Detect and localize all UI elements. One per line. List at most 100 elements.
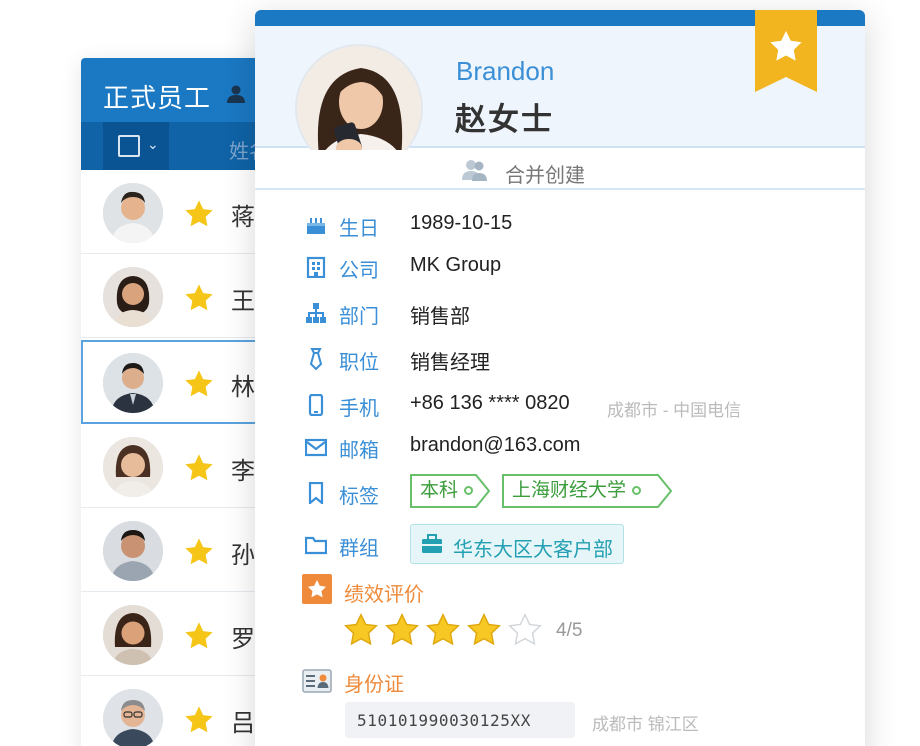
star-filled-icon[interactable] [466,612,502,648]
field-label: 标签 [339,486,379,508]
performance-label: 绩效评价 [344,584,424,606]
group-label: 华东大区大客户部 [453,539,613,561]
performance-star-icon [302,574,332,604]
stage: 正式员工 ⌄ 姓名 蒋 王 林 李 孙 罗 吕 Brandon 赵女士 合并创建… [0,0,920,746]
avatar [103,183,163,243]
list-row[interactable]: 王 [81,254,281,338]
avatar [103,353,163,413]
list-row[interactable]: 李 [81,424,281,508]
merge-create-row[interactable]: 合并创建 [255,150,865,190]
star-icon[interactable] [183,536,215,568]
phone-location-note: 成都市 - 中国电信 [607,401,742,420]
star-icon[interactable] [183,620,215,652]
star-empty-icon[interactable] [507,612,543,648]
field-email: 邮箱 brandon@163.com [255,428,865,468]
avatar [103,689,163,746]
select-all-checkbox[interactable] [118,135,140,157]
list-item-name: 罗 [231,626,255,653]
chevron-down-icon[interactable]: ⌄ [147,136,159,153]
mail-icon [305,438,327,457]
avatar [103,521,163,581]
contact-chinese-name: 赵女士 [455,102,554,137]
briefcase-icon [422,534,442,553]
list-item-name: 王 [231,288,255,315]
star-icon[interactable] [183,282,215,314]
group-chip[interactable]: 华东大区大客户部 [410,524,624,564]
department-value: 销售部 [410,306,470,328]
position-value: 销售经理 [410,352,490,374]
merge-create-label: 合并创建 [505,165,585,187]
favorite-ribbon-icon[interactable] [755,10,817,92]
id-card-label: 身份证 [344,674,404,696]
field-phone: 手机 +86 136 **** 0820 成都市 - 中国电信 [255,386,865,426]
field-label: 公司 [339,260,379,282]
avatar [103,605,163,665]
field-label: 部门 [339,306,379,328]
star-filled-icon[interactable] [425,612,461,648]
star-filled-icon[interactable] [343,612,379,648]
star-filled-icon[interactable] [384,612,420,648]
list-row[interactable]: 罗 [81,592,281,676]
mobile-phone-icon [308,394,324,416]
building-icon [306,256,326,278]
id-number: 510101990030125XX [357,711,531,730]
id-region-note: 成都市 锦江区 [592,715,699,734]
list-row[interactable]: 蒋 [81,170,281,254]
star-icon[interactable] [183,704,215,736]
tag-chip[interactable]: 本科 [410,474,491,508]
avatar [103,267,163,327]
list-item-name: 蒋 [231,204,255,231]
field-department: 部门 销售部 [255,294,865,334]
field-label: 群组 [339,538,379,560]
field-label: 邮箱 [339,440,379,462]
field-label: 生日 [339,218,379,240]
cake-icon [307,218,325,234]
list-row[interactable]: 吕 [81,676,281,746]
field-birthday: 生日 1989-10-15 [255,206,865,246]
field-company: 公司 MK Group [255,248,865,288]
tag-label: 本科 [420,480,459,501]
employee-list-panel: 正式员工 ⌄ 姓名 蒋 王 林 李 孙 罗 吕 [81,58,281,746]
field-label: 职位 [339,352,379,374]
list-title: 正式员工 [103,83,212,113]
tie-icon [309,348,323,370]
id-number-chip[interactable]: 510101990030125XX [345,702,575,738]
field-group: 群组 华东大区大客户部 [255,524,865,564]
tag-dot-icon [632,486,642,495]
field-position: 职位 销售经理 [255,340,865,380]
field-label: 手机 [339,398,379,420]
phone-value[interactable]: +86 136 **** 0820 [410,392,570,415]
bookmark-icon [308,482,324,504]
list-item-name: 李 [231,458,255,485]
list-header: 正式员工 [81,58,281,122]
field-tags: 标签 本科 上海财经大学 [255,472,865,512]
tag-arrow-icon [475,474,491,508]
merge-users-icon [462,160,487,181]
folder-icon [305,536,327,555]
tag-chip[interactable]: 上海财经大学 [502,474,673,508]
contact-english-name: Brandon [456,56,555,86]
org-chart-icon [306,303,326,323]
list-row-selected[interactable]: 林 [81,340,281,424]
contact-detail-card: Brandon 赵女士 合并创建 生日 1989-10-15 公司 MK Gro… [255,10,865,746]
star-icon[interactable] [183,368,215,400]
id-card-icon [302,669,332,693]
rating-text: 4/5 [556,620,583,641]
company-value: MK Group [410,254,502,276]
star-icon[interactable] [183,452,215,484]
star-icon[interactable] [183,198,215,230]
tag-label: 上海财经大学 [512,480,627,501]
list-item-name: 吕 [231,710,255,737]
select-all-dropdown[interactable]: ⌄ [103,122,169,170]
list-item-name: 孙 [231,542,255,569]
tag-dot-icon [464,486,474,495]
user-icon[interactable] [226,84,246,104]
list-item-name: 林 [231,374,255,401]
avatar [103,437,163,497]
email-value[interactable]: brandon@163.com [410,434,580,457]
list-column-header: ⌄ 姓名 [81,122,281,170]
rating-stars[interactable] [343,612,553,648]
tag-arrow-icon [657,474,673,508]
birthday-value: 1989-10-15 [410,212,513,234]
list-row[interactable]: 孙 [81,508,281,592]
